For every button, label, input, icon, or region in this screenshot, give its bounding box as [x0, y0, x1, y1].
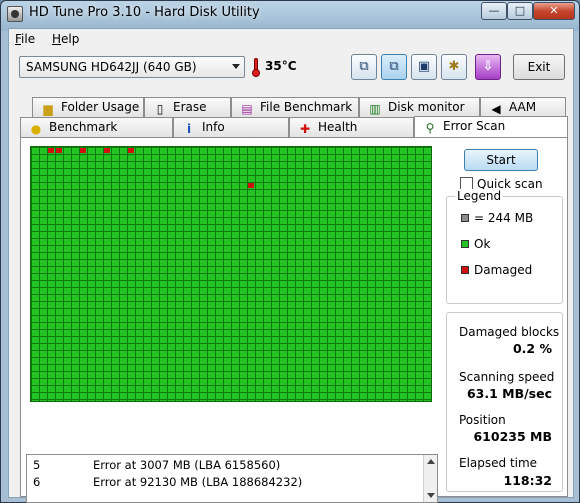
title-bar[interactable]: HD Tune Pro 3.10 - Hard Disk Utility — □…	[1, 1, 579, 27]
client-area: File Help SAMSUNG HD642JJ (640 GB) 35°C …	[8, 28, 574, 503]
damaged-block	[128, 148, 134, 153]
tab-aam[interactable]: ◀ AAM	[480, 97, 566, 117]
download-button[interactable]: ⇩	[475, 54, 501, 80]
damaged-blocks-label: Damaged blocks	[459, 325, 560, 339]
gray-swatch-icon	[461, 214, 469, 222]
menu-file[interactable]: File	[15, 32, 35, 46]
red-swatch-icon	[461, 266, 469, 274]
legend-block-size: = 244 MB	[461, 211, 533, 225]
legend-damaged: Damaged	[461, 263, 532, 277]
magnifier-icon: ⚲	[425, 121, 435, 135]
copy-screen-icon: ⧉	[389, 59, 399, 74]
save-icon: ▣	[417, 59, 431, 74]
drive-select-value: SAMSUNG HD642JJ (640 GB)	[26, 60, 197, 74]
scroll-up-icon[interactable]	[427, 459, 435, 464]
log-scrollbar[interactable]	[423, 455, 437, 502]
folder-icon: ▆	[43, 102, 53, 116]
damaged-block	[56, 148, 62, 153]
speaker-icon: ◀	[491, 102, 501, 116]
scan-stats-group: Damaged blocks 0.2 % Scanning speed 63.1…	[446, 312, 563, 492]
scan-grid	[31, 147, 431, 401]
scan-block-map	[30, 146, 432, 402]
save-button[interactable]: ▣	[411, 54, 437, 80]
list-item: 5 Error at 3007 MB (LBA 6158560)	[33, 458, 281, 472]
tab-erase[interactable]: ▯ Erase	[144, 97, 231, 117]
elapsed-time-value: 118:32	[503, 473, 553, 488]
tab-benchmark[interactable]: ● Benchmark	[20, 117, 173, 137]
chevron-down-icon	[232, 64, 240, 69]
copy-screen-button[interactable]: ⧉	[381, 54, 407, 80]
menu-help[interactable]: Help	[52, 32, 79, 46]
tab-info[interactable]: i Info	[173, 117, 289, 137]
tab-error-scan[interactable]: ⚲ Error Scan	[414, 116, 568, 137]
damaged-block	[104, 148, 110, 153]
scanning-speed-label: Scanning speed	[459, 370, 555, 384]
hd-tune-icon	[7, 6, 23, 22]
window-title: HD Tune Pro 3.10 - Hard Disk Utility	[29, 5, 260, 20]
tab-strip: ▆ Folder Usage ▯ Erase ▤ File Benchmark ▥ Di…	[9, 97, 573, 137]
tab-folder-usage[interactable]: ▆ Folder Usage	[32, 97, 144, 117]
green-swatch-icon	[461, 240, 469, 248]
damaged-block	[248, 183, 254, 188]
info-icon: i	[186, 122, 192, 136]
download-icon: ⇩	[482, 59, 494, 74]
toolbar: SAMSUNG HD642JJ (640 GB) 35°C ⧉ ⧉ ▣ ✱ ⇩ …	[9, 50, 573, 88]
options-button[interactable]: ✱	[441, 54, 467, 80]
damaged-block	[48, 148, 54, 153]
copy-info-icon: ⧉	[359, 59, 369, 74]
drive-select[interactable]: SAMSUNG HD642JJ (640 GB)	[19, 56, 245, 78]
scroll-down-icon[interactable]	[427, 493, 435, 498]
error-log-list[interactable]: 5 Error at 3007 MB (LBA 6158560) 6 Error…	[26, 454, 438, 503]
start-button[interactable]: Start	[464, 149, 538, 171]
legend-group: Legend = 244 MB Ok Damaged	[446, 189, 563, 304]
legend-ok: Ok	[461, 237, 490, 251]
legend-title: Legend	[455, 189, 504, 203]
temperature-readout: 35°C	[265, 59, 297, 73]
options-icon: ✱	[448, 59, 460, 74]
list-item: 6 Error at 92130 MB (LBA 188684232)	[33, 475, 303, 489]
minimize-button[interactable]: —	[481, 2, 507, 20]
position-value: 610235 MB	[473, 429, 552, 444]
elapsed-time-label: Elapsed time	[459, 456, 538, 470]
monitor-chart-icon: ▥	[369, 102, 381, 116]
scanning-speed-value: 63.1 MB/sec	[466, 386, 552, 401]
trash-icon: ▯	[156, 102, 164, 116]
damaged-block	[80, 148, 86, 153]
tab-health[interactable]: ✚ Health	[289, 117, 414, 137]
maximize-button[interactable]: □	[507, 2, 533, 20]
position-label: Position	[459, 413, 506, 427]
app-window: HD Tune Pro 3.10 - Hard Disk Utility — □…	[0, 0, 580, 503]
tab-disk-monitor[interactable]: ▥ Disk monitor	[359, 97, 480, 117]
damaged-blocks-value: 0.2 %	[512, 341, 552, 356]
thermometer-icon	[252, 58, 260, 77]
file-icon: ▤	[241, 102, 253, 116]
tab-file-benchmark[interactable]: ▤ File Benchmark	[231, 97, 359, 117]
copy-info-button[interactable]: ⧉	[351, 54, 377, 80]
lightbulb-icon: ●	[30, 122, 42, 136]
menu-bar: File Help	[9, 29, 573, 49]
error-scan-panel: 5 Error at 3007 MB (LBA 6158560) 6 Error…	[20, 137, 568, 503]
exit-button[interactable]: Exit	[513, 54, 565, 80]
health-cross-icon: ✚	[299, 122, 311, 136]
close-button[interactable]: ✕	[533, 2, 575, 20]
